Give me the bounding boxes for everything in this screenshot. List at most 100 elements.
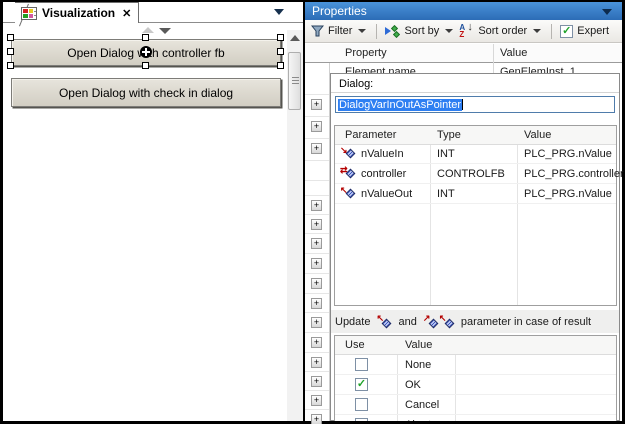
grid-row-divider: [305, 253, 329, 254]
parameter-inout-pair-icon: ↗↖: [423, 315, 455, 328]
filter-icon: [311, 25, 324, 37]
tab-list-dropdown-icon[interactable]: [274, 9, 284, 15]
expand-column: + + + + + + + + + + + + + + +: [305, 63, 329, 421]
button-label: Open Dialog with check in dialog: [59, 86, 233, 100]
expand-plus-button[interactable]: +: [311, 357, 322, 368]
properties-toolbar: Filter Sort by A Z ↓ Sort order ✓ Expert: [305, 20, 622, 43]
expand-plus-button[interactable]: +: [311, 258, 322, 269]
use-checkbox[interactable]: [355, 358, 368, 371]
grid-row-divider: [305, 160, 329, 161]
visualization-editor-panel: Visualization ✕ Open Dialog with control…: [3, 2, 303, 421]
parameter-row[interactable]: ↖ nValueOut INT PLC_PRG.nValue: [335, 185, 616, 204]
use-row-cancel[interactable]: Cancel: [335, 395, 616, 415]
panel-title: Properties: [312, 4, 367, 18]
grid-row-divider: [305, 94, 329, 95]
use-checkbox[interactable]: [355, 398, 368, 411]
grid-row-divider: [305, 195, 329, 196]
filter-button[interactable]: Filter: [328, 25, 352, 37]
selection-handle[interactable]: [142, 34, 149, 41]
sort-by-button[interactable]: Sort by: [404, 25, 439, 37]
open-dialog-check-button[interactable]: Open Dialog with check in dialog: [11, 78, 281, 107]
selection-handle[interactable]: [277, 34, 284, 41]
value-column-header: Value: [500, 47, 527, 59]
use-row-abort[interactable]: Abort: [335, 415, 616, 421]
toolbar-separator: [376, 24, 377, 39]
chevron-down-icon[interactable]: [533, 29, 541, 33]
expand-plus-button[interactable]: +: [311, 395, 322, 406]
grid-row-divider: [305, 312, 329, 313]
property-grid-row-clipped[interactable]: Element name GenElemInst_1: [305, 64, 622, 73]
screenshot-root: Visualization ✕ Open Dialog with control…: [0, 0, 625, 424]
grid-row-divider: [305, 180, 329, 181]
chevron-down-icon[interactable]: [358, 29, 366, 33]
check-icon: ✓: [357, 379, 366, 390]
divider: [331, 92, 619, 93]
properties-titlebar: Properties: [305, 2, 622, 20]
use-row-ok[interactable]: ✓ OK: [335, 375, 616, 395]
sort-order-icon: A Z ↓: [459, 24, 474, 39]
grid-row-divider: [305, 293, 329, 294]
move-anchor-icon[interactable]: [140, 46, 152, 58]
selection-handle[interactable]: [142, 62, 149, 69]
sort-order-button[interactable]: Sort order: [478, 25, 527, 37]
property-column-header: Property: [345, 47, 387, 59]
parameter-input-icon: ↘: [340, 147, 356, 160]
expert-checkbox[interactable]: ✓: [560, 25, 573, 38]
use-row-none[interactable]: None: [335, 355, 616, 375]
expand-plus-button[interactable]: +: [311, 99, 322, 110]
parameter-table: Parameter Type Value ↘ nValueIn INT PLC_…: [334, 125, 617, 306]
parameter-row[interactable]: ↘ nValueIn INT PLC_PRG.nValue: [335, 145, 616, 164]
dialog-name-input[interactable]: DialogVarInOutAsPointer: [335, 96, 615, 113]
use-table-header: Use Value: [335, 336, 616, 355]
property-grid-header: Property Value: [305, 44, 622, 63]
selection-handle[interactable]: [277, 48, 284, 55]
selection-handle[interactable]: [7, 48, 14, 55]
scrollbar-up-icon[interactable]: [290, 35, 300, 41]
value-cell: GenElemInst_1: [500, 66, 576, 73]
parameter-output-icon: ↖: [376, 315, 392, 328]
dialog-label: Dialog:: [339, 78, 373, 90]
use-checkbox[interactable]: ✓: [355, 378, 368, 391]
expand-plus-button[interactable]: +: [311, 414, 322, 424]
grid-row-divider: [305, 138, 329, 139]
grid-row-divider: [305, 116, 329, 117]
selection-handle[interactable]: [277, 62, 284, 69]
expand-plus-button[interactable]: +: [311, 298, 322, 309]
grid-row-divider: [305, 273, 329, 274]
update-parameter-bar: Update ↖ and ↗↖ parameter in case of res…: [331, 310, 619, 333]
panel-menu-dropdown-icon[interactable]: [602, 9, 612, 15]
tab-visualization[interactable]: Visualization ✕: [15, 2, 139, 23]
expand-plus-button[interactable]: +: [311, 376, 322, 387]
result-use-table: Use Value None ✓ OK Cancel Abort: [334, 335, 617, 421]
expand-plus-button[interactable]: +: [311, 317, 322, 328]
close-icon[interactable]: ✕: [122, 7, 131, 20]
selection-handle[interactable]: [7, 62, 14, 69]
expand-plus-button[interactable]: +: [311, 200, 322, 211]
use-checkbox[interactable]: [355, 418, 368, 421]
sort-by-icon: [385, 25, 400, 38]
expert-label: Expert: [577, 25, 609, 37]
scroll-up-icon[interactable]: [142, 27, 154, 33]
expand-plus-button[interactable]: +: [311, 337, 322, 348]
vertical-scrollbar[interactable]: [287, 30, 303, 421]
chevron-down-icon[interactable]: [445, 29, 453, 33]
expand-plus-button[interactable]: +: [311, 143, 322, 154]
grid-row-divider: [305, 332, 329, 333]
grid-row-divider: [305, 214, 329, 215]
scrollbar-thumb[interactable]: [288, 52, 301, 110]
expand-plus-button[interactable]: +: [311, 219, 322, 230]
check-icon: ✓: [562, 26, 571, 37]
expand-plus-button[interactable]: +: [311, 238, 322, 249]
dialog-settings-popup: Dialog: DialogVarInOutAsPointer Paramete…: [330, 73, 620, 421]
scroll-down-icon[interactable]: [159, 28, 171, 34]
property-cell: Element name: [345, 66, 416, 73]
text-cursor: [462, 99, 463, 110]
grid-row-divider: [305, 352, 329, 353]
expand-plus-button[interactable]: +: [311, 278, 322, 289]
expand-plus-button[interactable]: +: [311, 121, 322, 132]
parameter-inout-icon: ⇄: [340, 167, 356, 180]
properties-panel: Properties Filter Sort by A Z ↓ Sort ord…: [305, 2, 622, 421]
parameter-output-icon: ↖: [340, 187, 356, 200]
parameter-row[interactable]: ⇄ controller CONTROLFB PLC_PRG.controlle…: [335, 165, 616, 184]
selection-handle[interactable]: [7, 34, 14, 41]
